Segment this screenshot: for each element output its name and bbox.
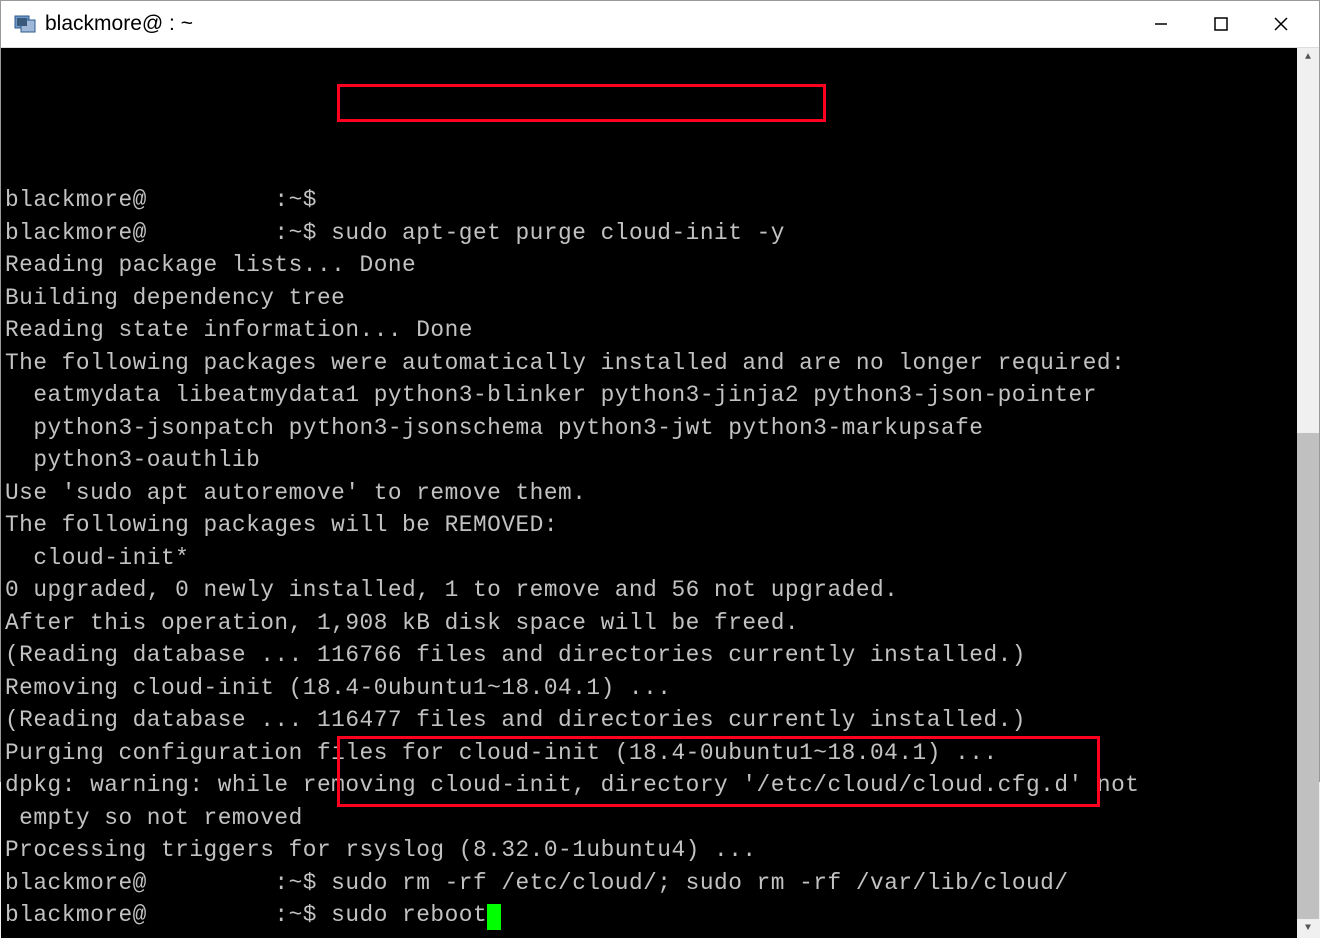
- terminal-line: Removing cloud-init (18.4-0ubuntu1~18.04…: [5, 672, 1293, 705]
- terminal-output[interactable]: blackmore@ :~$blackmore@ :~$ sudo apt-ge…: [1, 48, 1297, 938]
- terminal-window: blackmore@ : ~: [0, 0, 1320, 782]
- terminal-area: blackmore@ :~$blackmore@ :~$ sudo apt-ge…: [1, 48, 1319, 938]
- highlight-box-1: [337, 84, 826, 122]
- terminal-line: empty so not removed: [5, 802, 1293, 835]
- scrollbar-track[interactable]: [1297, 66, 1319, 920]
- close-button[interactable]: [1251, 1, 1311, 47]
- terminal-line: blackmore@ :~$ sudo reboot: [5, 899, 1293, 932]
- terminal-line: python3-jsonpatch python3-jsonschema pyt…: [5, 412, 1293, 445]
- terminal-line: Purging configuration files for cloud-in…: [5, 737, 1293, 770]
- terminal-line: blackmore@ :~$: [5, 184, 1293, 217]
- terminal-line: blackmore@ :~$ sudo rm -rf /etc/cloud/; …: [5, 867, 1293, 900]
- maximize-icon: [1214, 17, 1228, 31]
- window-title: blackmore@ : ~: [45, 12, 1131, 36]
- terminal-line: Building dependency tree: [5, 282, 1293, 315]
- terminal-line: After this operation, 1,908 kB disk spac…: [5, 607, 1293, 640]
- scroll-down-icon[interactable]: ▼: [1297, 920, 1319, 938]
- terminal-line: Reading state information... Done: [5, 314, 1293, 347]
- close-icon: [1273, 16, 1289, 32]
- terminal-line: eatmydata libeatmydata1 python3-blinker …: [5, 379, 1293, 412]
- cursor: [487, 904, 501, 930]
- minimize-icon: [1154, 17, 1168, 31]
- scrollbar[interactable]: ▲ ▼: [1297, 48, 1319, 938]
- terminal-line: 0 upgraded, 0 newly installed, 1 to remo…: [5, 574, 1293, 607]
- terminal-line: Reading package lists... Done: [5, 249, 1293, 282]
- terminal-line: The following packages will be REMOVED:: [5, 509, 1293, 542]
- scrollbar-thumb[interactable]: [1297, 433, 1319, 919]
- terminal-line: blackmore@ :~$ sudo apt-get purge cloud-…: [5, 217, 1293, 250]
- putty-icon: [13, 12, 37, 36]
- terminal-line: Use 'sudo apt autoremove' to remove them…: [5, 477, 1293, 510]
- terminal-line: Processing triggers for rsyslog (8.32.0-…: [5, 834, 1293, 867]
- terminal-line: (Reading database ... 116766 files and d…: [5, 639, 1293, 672]
- terminal-line: (Reading database ... 116477 files and d…: [5, 704, 1293, 737]
- maximize-button[interactable]: [1191, 1, 1251, 47]
- terminal-line: python3-oauthlib: [5, 444, 1293, 477]
- minimize-button[interactable]: [1131, 1, 1191, 47]
- window-controls: [1131, 1, 1311, 47]
- terminal-line: dpkg: warning: while removing cloud-init…: [5, 769, 1293, 802]
- terminal-line: The following packages were automaticall…: [5, 347, 1293, 380]
- titlebar[interactable]: blackmore@ : ~: [1, 1, 1319, 48]
- scroll-up-icon[interactable]: ▲: [1297, 48, 1319, 66]
- terminal-line: cloud-init*: [5, 542, 1293, 575]
